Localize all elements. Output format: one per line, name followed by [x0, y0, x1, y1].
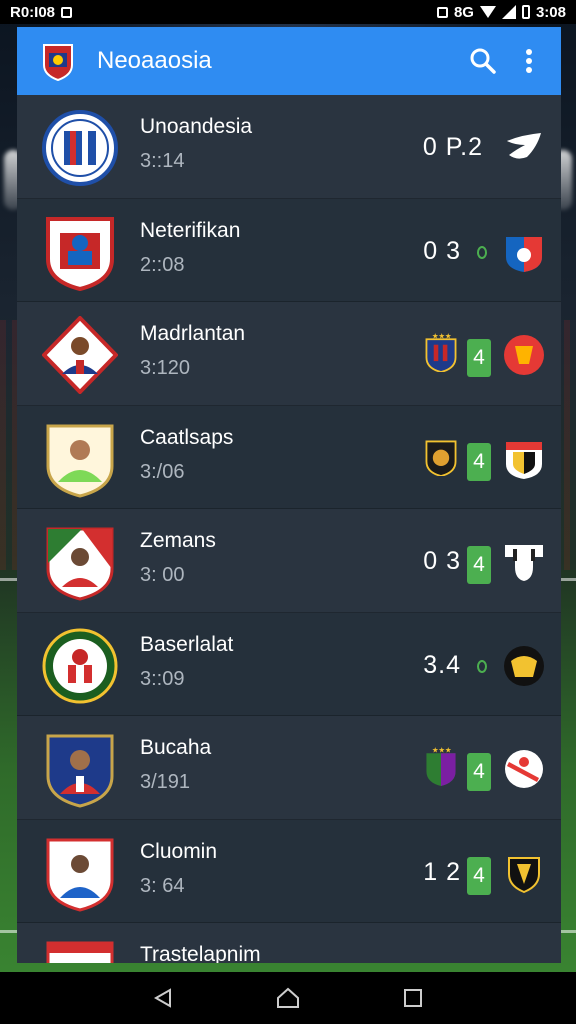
- team-crest-icon: [46, 734, 114, 808]
- back-icon: [153, 988, 171, 1008]
- match-score: 0 3: [423, 547, 461, 575]
- navigation-bar: [0, 972, 576, 1024]
- status-bar: R0:I08 8G 3:08: [0, 0, 576, 24]
- score-badge: 4: [467, 442, 491, 481]
- team-name: Cluomin: [140, 839, 218, 863]
- match-time: 3::14: [140, 150, 185, 172]
- signal-icon: [501, 5, 516, 19]
- notification-icon: [61, 6, 73, 18]
- opponent-crest-icon: [504, 645, 544, 686]
- app-title: Neoaaosia: [97, 47, 212, 74]
- score-badge: 4: [467, 856, 491, 895]
- score-badge: 4: [467, 339, 491, 377]
- match-score: 3.4: [423, 650, 461, 679]
- app-logo-icon: [43, 44, 73, 81]
- team-crest-icon: [42, 628, 118, 703]
- back-button[interactable]: [150, 985, 176, 1011]
- carrier-label: R0:I08: [10, 3, 56, 21]
- league-badge-icon: ★★★: [425, 332, 457, 372]
- match-row[interactable]: Cluomin 3: 64 1 2 4: [17, 819, 561, 923]
- match-time: 2::08: [140, 253, 185, 276]
- team-crest-icon: [46, 838, 114, 912]
- match-row[interactable]: Neterifikan 2::08 0 3: [17, 198, 561, 302]
- opponent-crest-icon: [507, 133, 541, 159]
- recents-button[interactable]: [400, 985, 426, 1011]
- team-name: Bucaha: [140, 736, 212, 759]
- team-name: Caatlsaps: [140, 425, 234, 449]
- search-button[interactable]: [467, 45, 499, 77]
- team-crest-icon: [46, 424, 114, 498]
- team-name: Baserlalat: [140, 632, 234, 656]
- team-name: Madrlantan: [140, 322, 246, 345]
- match-row[interactable]: Unoandesia 3::14 0 P.2: [17, 95, 561, 199]
- opponent-crest-icon: [505, 750, 543, 788]
- search-icon: [470, 48, 496, 74]
- sim-icon: [436, 6, 448, 18]
- match-score: 1 2: [423, 857, 461, 886]
- team-crest-icon: [46, 527, 114, 601]
- battery-icon: [521, 5, 530, 19]
- home-button[interactable]: [275, 985, 301, 1011]
- team-crest-icon: [46, 941, 114, 963]
- match-row[interactable]: Zemans 3: 00 0 3 4: [17, 509, 561, 613]
- home-icon: [276, 987, 299, 1008]
- match-row[interactable]: Trastelapnim: [17, 923, 561, 963]
- svg-text:★★★: ★★★: [432, 332, 452, 340]
- opponent-crest-icon: [508, 856, 540, 893]
- more-options-button[interactable]: [513, 45, 545, 77]
- match-time: 3: 00: [140, 564, 185, 586]
- live-indicator-icon: [477, 245, 487, 259]
- score-badge: 4: [467, 753, 491, 791]
- team-name: Zemans: [140, 529, 216, 552]
- match-score: 0 3: [423, 236, 461, 265]
- status-time: 3:08: [535, 3, 566, 21]
- match-time: 3/191: [140, 771, 191, 793]
- match-list: Unoandesia 3::14 0 P.2 Neterifikan 2::08…: [17, 95, 561, 963]
- team-crest-icon: [46, 216, 114, 291]
- match-time: 3::09: [140, 667, 185, 690]
- live-indicator-icon: [477, 659, 487, 673]
- match-score: 0 P.2: [422, 133, 483, 161]
- match-list-panel: Neoaaosia Unoandesia 3::14 0 P.2 Neterif…: [17, 27, 561, 963]
- wifi-icon: [479, 6, 496, 18]
- league-badge-icon: [425, 440, 457, 476]
- app-bar: Neoaaosia: [17, 27, 561, 95]
- team-name: Neterifikan: [140, 218, 241, 242]
- match-time: 3:120: [140, 357, 191, 379]
- match-time: 3: 64: [140, 874, 185, 897]
- score-badge: 4: [467, 546, 491, 584]
- recents-icon: [404, 989, 423, 1007]
- match-row[interactable]: Baserlalat 3::09 3.4: [17, 612, 561, 716]
- team-name: Trastelapnim: [140, 943, 261, 963]
- league-badge-icon: ★★★: [426, 746, 456, 786]
- network-label: 8G: [453, 3, 474, 21]
- opponent-crest-icon: [504, 335, 544, 375]
- opponent-crest-icon: [506, 441, 542, 479]
- svg-text:★★★: ★★★: [432, 746, 452, 754]
- match-row[interactable]: Bucaha 3/191 ★★★ 4: [17, 716, 561, 820]
- match-time: 3:/06: [140, 460, 185, 483]
- team-crest-icon: [42, 316, 118, 394]
- team-name: Unoandesia: [140, 115, 253, 138]
- more-vert-icon: [526, 49, 532, 73]
- opponent-crest-icon: [505, 545, 543, 581]
- match-row[interactable]: Madrlantan 3:120 ★★★ 4: [17, 302, 561, 406]
- team-crest-icon: [42, 110, 118, 186]
- match-row[interactable]: Caatlsaps 3:/06 4: [17, 405, 561, 509]
- opponent-crest-icon: [506, 236, 542, 272]
